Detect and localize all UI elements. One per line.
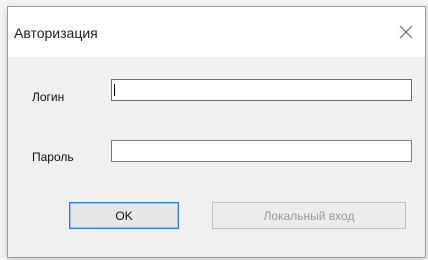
- close-icon[interactable]: [393, 19, 419, 45]
- login-field[interactable]: [111, 79, 412, 101]
- local-login-button[interactable]: Локальный вход: [212, 202, 406, 229]
- login-label: Логин: [32, 90, 65, 104]
- ok-button[interactable]: OK: [69, 202, 179, 229]
- auth-dialog: Авторизация Логин Пароль OK Локальный вх…: [7, 6, 426, 258]
- text-caret: [114, 84, 115, 96]
- password-field[interactable]: [111, 140, 412, 162]
- password-label: Пароль: [32, 150, 74, 164]
- title-bar: Авторизация: [8, 7, 425, 57]
- window-title: Авторизация: [14, 25, 98, 41]
